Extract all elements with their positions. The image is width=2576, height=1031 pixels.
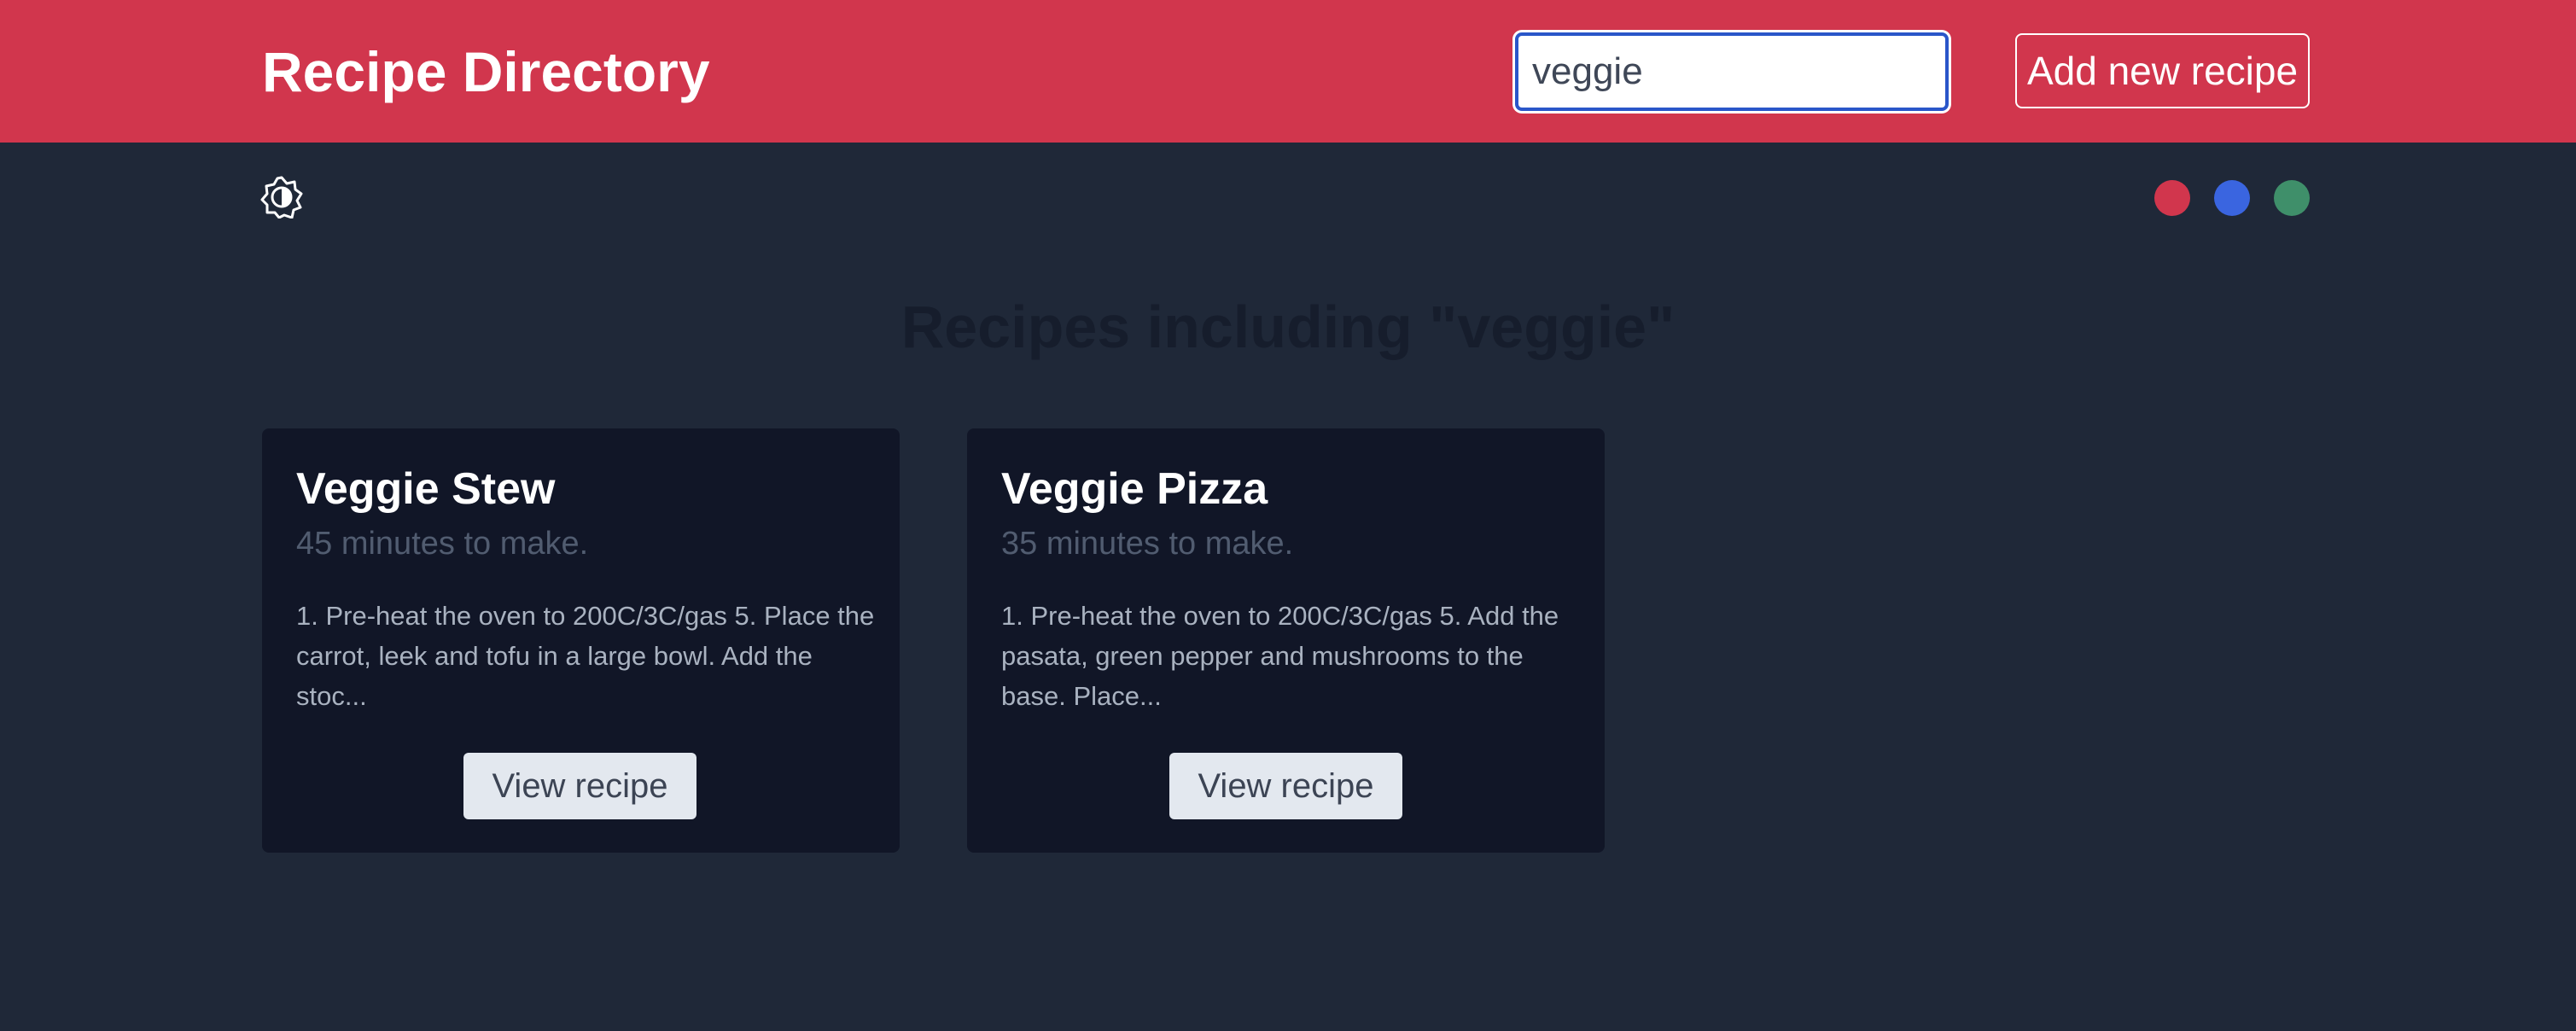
recipe-description: 1. Pre-heat the oven to 200C/3C/gas 5. P… [296, 601, 875, 711]
brightness-contrast-icon[interactable] [260, 176, 303, 219]
app-title[interactable]: Recipe Directory [262, 38, 710, 106]
theme-color-blue-button[interactable] [2214, 180, 2250, 216]
recipe-time: 35 minutes to make. [1001, 526, 1294, 562]
view-recipe-button[interactable]: View recipe [463, 753, 696, 819]
recipe-title: Veggie Stew [296, 464, 556, 514]
app-header: Recipe Directory Add new recipe [0, 0, 2576, 143]
recipe-time: 45 minutes to make. [296, 526, 589, 562]
recipe-card: Veggie Pizza 35 minutes to make. 1. Pre-… [967, 428, 1605, 853]
add-recipe-button[interactable]: Add new recipe [2015, 33, 2310, 108]
recipe-description: 1. Pre-heat the oven to 200C/3C/gas 5. A… [1001, 601, 1559, 711]
view-recipe-button[interactable]: View recipe [1169, 753, 1402, 819]
theme-color-green-button[interactable] [2274, 180, 2310, 216]
recipe-title: Veggie Pizza [1001, 464, 1268, 514]
page-heading: Recipes including "veggie" [900, 294, 1676, 360]
theme-color-red-button[interactable] [2154, 180, 2190, 216]
search-input[interactable] [1515, 32, 1949, 111]
recipe-card: Veggie Stew 45 minutes to make. 1. Pre-h… [262, 428, 900, 853]
